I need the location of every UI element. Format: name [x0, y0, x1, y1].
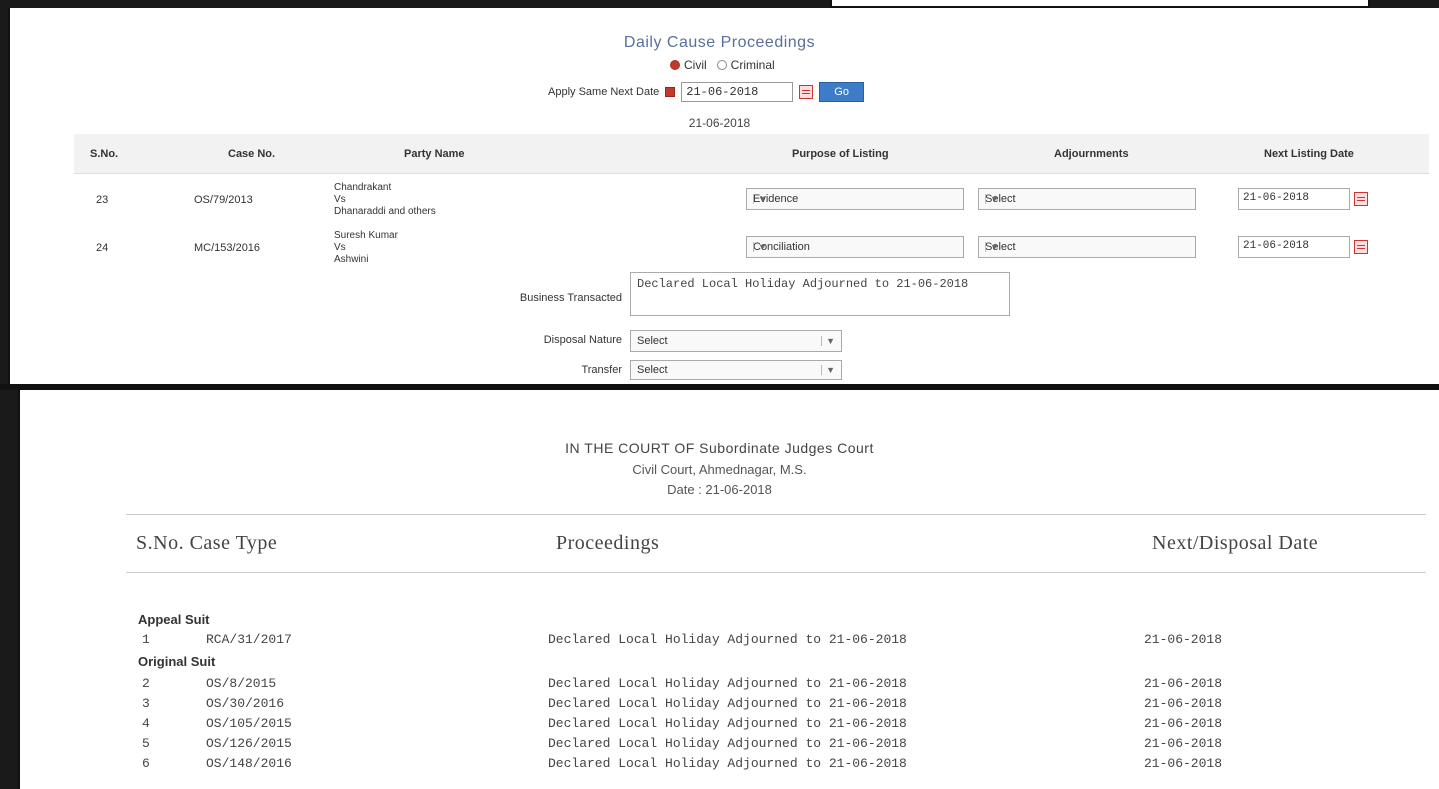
list-item: 1 RCA/31/2017 Declared Local Holiday Adj…: [138, 632, 1428, 650]
page-title: Daily Cause Proceedings: [623, 34, 816, 51]
purpose-select[interactable]: Conciliation ▼: [746, 236, 964, 258]
item-date: 21-06-2018: [1144, 632, 1223, 647]
item-proceedings: Declared Local Holiday Adjourned to 21-0…: [548, 696, 907, 711]
item-sno: 3: [142, 696, 150, 711]
group-label: Appeal Suit: [138, 612, 210, 627]
list-item: 3 OS/30/2016 Declared Local Holiday Adjo…: [138, 696, 1428, 714]
transfer-value: Select: [637, 364, 668, 376]
party-respondent: Ashwini: [334, 254, 369, 265]
col-case-no: Case No.: [228, 147, 276, 160]
transfer-label: Transfer: [581, 364, 622, 376]
chevron-down-icon: ▼: [985, 194, 999, 204]
chevron-down-icon: ▼: [821, 336, 835, 346]
court-name: IN THE COURT OF Subordinate Judges Court: [565, 440, 874, 456]
row-sno: 24: [96, 242, 109, 254]
col-sno: S.No.: [90, 147, 119, 160]
item-case: OS/126/2015: [206, 736, 292, 751]
item-date: 21-06-2018: [1144, 756, 1223, 771]
same-next-date-label: Apply Same Next Date: [548, 86, 660, 98]
court-location: Civil Court, Ahmednagar, M.S.: [632, 462, 807, 477]
item-case: OS/148/2016: [206, 756, 292, 771]
list-item: 2 OS/8/2015 Declared Local Holiday Adjou…: [138, 676, 1428, 694]
col-party: Party Name: [404, 147, 465, 160]
case-type-radios: Civil Criminal: [670, 58, 775, 72]
col-sno-case-type: S.No. Case Type: [136, 532, 278, 554]
item-proceedings: Declared Local Holiday Adjourned to 21-0…: [548, 676, 907, 691]
grid-header: S.No. Case No. Party Name Purpose of Lis…: [74, 134, 1429, 174]
item-case: OS/30/2016: [206, 696, 285, 711]
same-next-date-checkbox[interactable]: [665, 87, 676, 97]
radio-civil[interactable]: Civil: [670, 58, 707, 72]
party-vs: Vs: [334, 242, 346, 253]
radio-dot-icon: [670, 60, 680, 70]
party-vs: Vs: [334, 194, 346, 205]
party-petitioner: Suresh Kumar: [334, 230, 398, 241]
disposal-select[interactable]: Select ▼: [630, 330, 842, 352]
item-date: 21-06-2018: [1144, 676, 1223, 691]
item-sno: 6: [142, 756, 150, 771]
adjourn-select[interactable]: Select ▼: [978, 236, 1196, 258]
radio-criminal[interactable]: Criminal: [716, 58, 775, 72]
col-adjourn: Adjournments: [1054, 147, 1129, 160]
disposal-label: Disposal Nature: [543, 334, 622, 346]
adjourn-select[interactable]: Select ▼: [978, 188, 1196, 210]
item-case: RCA/31/2017: [206, 632, 292, 647]
item-date: 21-06-2018: [1144, 736, 1223, 751]
row-party: Chandrakant Vs Dhanaraddi and others: [334, 182, 436, 218]
item-sno: 4: [142, 716, 150, 731]
col-proceedings: Proceedings: [556, 532, 660, 554]
col-next-disposal: Next/Disposal Date: [1152, 532, 1319, 554]
item-date: 21-06-2018: [1144, 696, 1223, 711]
item-date: 21-06-2018: [1144, 716, 1223, 731]
item-proceedings: Declared Local Holiday Adjourned to 21-0…: [548, 756, 907, 771]
purpose-select[interactable]: Evidence ▼: [746, 188, 964, 210]
item-case: OS/8/2015: [206, 676, 277, 691]
selected-date: 21-06-2018: [688, 116, 751, 130]
chevron-down-icon: ▼: [985, 242, 999, 252]
table-row: 23 OS/79/2013 Chandrakant Vs Dhanaraddi …: [74, 178, 1429, 226]
radio-civil-label: Civil: [684, 58, 707, 72]
calendar-icon[interactable]: [799, 85, 814, 99]
row-case-no: OS/79/2013: [194, 194, 253, 206]
go-button[interactable]: Go: [819, 82, 864, 102]
radio-dot-icon: [716, 60, 727, 70]
same-next-date-input[interactable]: 21-06-2018: [681, 82, 794, 102]
top-strip: [830, 0, 1370, 8]
calendar-icon[interactable]: [1354, 192, 1368, 206]
party-respondent: Dhanaraddi and others: [334, 206, 436, 217]
chevron-down-icon: ▼: [753, 242, 767, 252]
disposal-value: Select: [637, 335, 668, 347]
next-date-input[interactable]: 21-06-2018: [1238, 188, 1350, 210]
next-date-input[interactable]: 21-06-2018: [1238, 236, 1350, 258]
list-item: 6 OS/148/2016 Declared Local Holiday Adj…: [138, 756, 1428, 774]
row-party: Suresh Kumar Vs Ashwini: [334, 230, 398, 266]
business-label: Business Transacted: [519, 292, 622, 304]
calendar-icon[interactable]: [1354, 240, 1368, 254]
party-petitioner: Chandrakant: [334, 182, 392, 193]
item-proceedings: Declared Local Holiday Adjourned to 21-0…: [548, 736, 907, 751]
chevron-down-icon: ▼: [821, 365, 835, 375]
header-rule-bottom: [126, 572, 1426, 573]
item-sno: 5: [142, 736, 150, 751]
item-sno: 2: [142, 676, 150, 691]
list-item: 4 OS/105/2015 Declared Local Holiday Adj…: [138, 716, 1428, 734]
group-label: Original Suit: [138, 654, 216, 669]
item-case: OS/105/2015: [206, 716, 292, 731]
item-proceedings: Declared Local Holiday Adjourned to 21-0…: [548, 716, 907, 731]
report-date: Date : 21-06-2018: [667, 482, 772, 497]
item-sno: 1: [142, 632, 150, 647]
business-textarea[interactable]: Declared Local Holiday Adjourned to 21-0…: [630, 272, 1010, 316]
item-proceedings: Declared Local Holiday Adjourned to 21-0…: [548, 632, 907, 647]
row-sno: 23: [96, 194, 109, 206]
same-next-date-row: Apply Same Next Date 21-06-2018 Go: [548, 82, 864, 102]
header-rule-top: [126, 514, 1426, 515]
list-item: 5 OS/126/2015 Declared Local Holiday Adj…: [138, 736, 1428, 754]
table-row: 24 MC/153/2016 Suresh Kumar Vs Ashwini C…: [74, 226, 1429, 274]
chevron-down-icon: ▼: [753, 194, 767, 204]
row-case-no: MC/153/2016: [194, 242, 261, 254]
radio-criminal-label: Criminal: [730, 58, 775, 72]
transfer-select[interactable]: Select ▼: [630, 360, 842, 380]
col-next-date: Next Listing Date: [1264, 147, 1354, 160]
col-purpose: Purpose of Listing: [792, 147, 889, 160]
